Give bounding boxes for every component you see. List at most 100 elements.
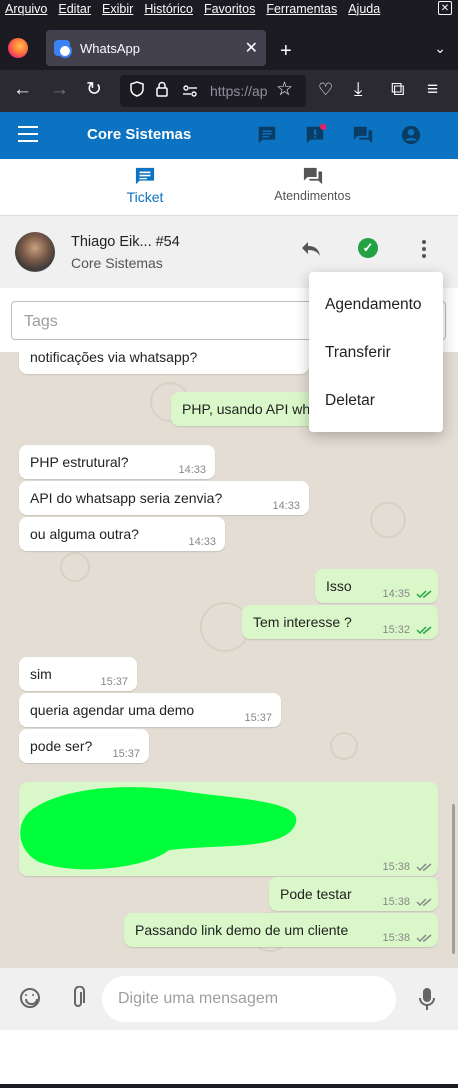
browser-tabbar: WhatsApp ✕ + ⌄ [0, 18, 458, 70]
message-text: queria agendar uma demo [30, 702, 195, 718]
redaction-scribble [20, 787, 297, 870]
message-time: 15:37 [112, 748, 140, 760]
message-bubble[interactable]: API do whatsapp seria zenvia? 14:33 [19, 481, 309, 515]
message-bubble[interactable]: Passando link demo de um cliente 15:38 [124, 913, 438, 947]
menu-favoritos[interactable]: Favoritos [199, 2, 261, 16]
message-input-bar: Digite uma mensagem [0, 968, 458, 1030]
ticket-icon [135, 167, 155, 185]
message-icon[interactable] [256, 124, 278, 146]
message-text: Pode testar [280, 886, 352, 902]
redacted-message-bubble[interactable]: 15:38 [19, 782, 438, 876]
app-title: Core Sistemas [87, 126, 192, 143]
ticket-tabs: Ticket Atendimentos [0, 159, 458, 216]
hamburger-menu-icon[interactable] [18, 126, 38, 142]
browser-tab-whatsapp[interactable]: WhatsApp ✕ [46, 30, 266, 66]
contact-company: Core Sistemas [71, 255, 163, 271]
sent-check-icon [416, 898, 432, 907]
message-bubble[interactable]: pode ser? 15:37 [19, 729, 149, 763]
message-text: PHP estrutural? [30, 454, 129, 470]
tab-ticket-label: Ticket [126, 189, 164, 205]
menu-editar[interactable]: Editar [53, 2, 97, 16]
message-text: Tem interesse ? [253, 614, 352, 630]
list-tabs-button[interactable]: ⌄ [434, 40, 446, 57]
menu-ajuda[interactable]: Ajuda [343, 2, 386, 16]
microphone-icon[interactable] [418, 987, 436, 1011]
menu-ferramentas[interactable]: Ferramentas [261, 2, 343, 16]
sent-check-icon [416, 863, 432, 872]
message-text: Passando link demo de um cliente [135, 922, 349, 938]
url-text[interactable]: https://ap [210, 83, 272, 99]
url-bar[interactable]: https://ap ☆ [120, 75, 306, 107]
back-icon[interactable]: ← [13, 78, 32, 102]
resolve-check-icon[interactable]: ✓ [358, 238, 378, 258]
message-bubble[interactable]: Pode testar 15:38 [269, 877, 438, 911]
read-check-icon [416, 626, 432, 635]
contact-name[interactable]: Thiago Eik... #54 [71, 234, 180, 250]
tab-close-icon[interactable]: ✕ [245, 38, 258, 58]
menu-item-deletar[interactable]: Deletar [325, 392, 375, 410]
browser-menubar: Arquivo Editar Exibir Histórico Favorito… [0, 0, 458, 18]
chat-area: notificações via whatsapp? PHP, usando A… [0, 352, 458, 968]
undo-icon[interactable] [300, 238, 324, 262]
more-options-icon[interactable] [421, 240, 427, 258]
message-bubble[interactable]: Isso 14:35 [315, 569, 438, 603]
menu-item-transferir[interactable]: Transferir [325, 344, 391, 362]
new-tab-button[interactable]: + [280, 40, 292, 63]
permissions-icon[interactable] [182, 84, 198, 98]
alert-message-icon[interactable] [304, 124, 326, 146]
lock-icon[interactable] [156, 81, 168, 97]
firefox-logo-icon[interactable] [8, 38, 28, 58]
sent-check-icon [416, 934, 432, 943]
message-time: 15:38 [382, 861, 410, 873]
reload-icon[interactable]: ↻ [86, 78, 102, 102]
message-text: API do whatsapp seria zenvia? [30, 490, 223, 506]
shield-icon[interactable] [130, 81, 144, 97]
window-close-button[interactable]: ✕ [438, 1, 452, 15]
message-bubble[interactable]: sim 15:37 [19, 657, 137, 691]
message-time: 15:37 [244, 712, 272, 724]
page-bottom [0, 1030, 458, 1088]
browser-menu-icon[interactable]: ≡ [427, 78, 438, 102]
read-check-icon [416, 590, 432, 599]
message-bubble[interactable]: Tem interesse ? 15:32 [242, 605, 438, 639]
menu-historico[interactable]: Histórico [139, 2, 199, 16]
downloads-icon[interactable]: ⤓ [354, 78, 362, 102]
bookmark-star-icon[interactable]: ☆ [276, 78, 293, 101]
message-bubble[interactable]: queria agendar uma demo 15:37 [19, 693, 281, 727]
message-text: pode ser? [30, 738, 93, 754]
browser-navbar: ← → ↻ https://ap ☆ ♡ ⤓ ⧉ ≡ [0, 70, 458, 112]
message-time: 15:32 [382, 624, 410, 636]
account-icon[interactable] [400, 124, 422, 146]
message-input[interactable]: Digite uma mensagem [102, 976, 396, 1022]
menu-exibir[interactable]: Exibir [97, 2, 139, 16]
window-bottom-edge [0, 1084, 458, 1088]
tab-title: WhatsApp [80, 40, 140, 56]
chat-scrollbar[interactable] [452, 804, 455, 954]
pocket-icon[interactable]: ♡ [318, 78, 333, 102]
extensions-icon[interactable]: ⧉ [391, 78, 405, 102]
message-time: 15:38 [382, 932, 410, 944]
menu-item-agendamento[interactable]: Agendamento [325, 296, 422, 314]
message-bubble[interactable]: PHP estrutural? 14:33 [19, 445, 215, 479]
message-time: 14:33 [188, 536, 216, 548]
emoji-icon[interactable] [20, 988, 40, 1008]
message-time: 14:33 [272, 500, 300, 512]
forward-icon[interactable]: → [50, 78, 69, 102]
menu-arquivo[interactable]: Arquivo [0, 2, 53, 16]
message-time: 14:33 [178, 464, 206, 476]
forum-icon[interactable] [352, 124, 374, 146]
message-bubble[interactable]: notificações via whatsapp? [19, 352, 309, 374]
contact-avatar[interactable] [15, 232, 55, 272]
attach-clip-icon[interactable] [69, 986, 87, 1010]
tab-atendimentos[interactable]: Atendimentos [260, 167, 365, 203]
app-header: Core Sistemas [0, 112, 458, 159]
message-bubble[interactable]: ou alguma outra? 14:33 [19, 517, 225, 551]
tab-atendimentos-label: Atendimentos [274, 189, 351, 203]
message-text: PHP, usando API wh [182, 401, 311, 417]
message-text: sim [30, 666, 52, 682]
ticket-options-menu: Agendamento Transferir Deletar [309, 272, 443, 432]
message-text: Isso [326, 578, 352, 594]
atendimentos-icon [303, 167, 322, 185]
message-time: 15:37 [100, 676, 128, 688]
tab-ticket[interactable]: Ticket [110, 167, 180, 205]
